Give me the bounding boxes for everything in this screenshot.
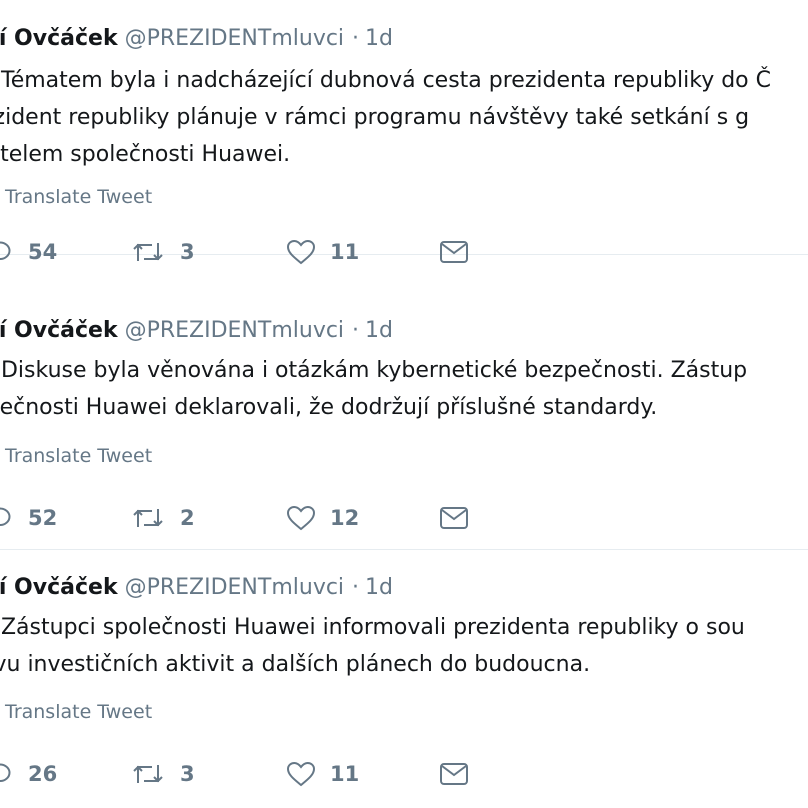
envelope-icon xyxy=(440,763,468,785)
tweet-header: ří Ovčáček @PREZIDENTmluvci · 1d xyxy=(0,25,393,53)
tweet-timestamp[interactable]: 1d xyxy=(365,26,393,51)
tweet-text-line: 3 Diskuse byla věnována i otázkám kybern… xyxy=(0,358,748,383)
like-count: 12 xyxy=(330,506,360,530)
heart-icon xyxy=(286,761,316,787)
retweet-button[interactable]: 2 xyxy=(130,498,195,538)
author-handle[interactable]: @PREZIDENTmluvci xyxy=(125,26,344,51)
reply-icon xyxy=(0,507,11,526)
tweet-actions: 54 3 11 xyxy=(0,232,808,272)
envelope-icon xyxy=(440,241,468,263)
tweet-text-line: avu investičních aktivit a dalších pláne… xyxy=(0,652,591,677)
like-count: 11 xyxy=(330,762,360,786)
retweet-button[interactable]: 3 xyxy=(130,754,195,794)
reply-count: 26 xyxy=(28,762,58,786)
author-handle[interactable]: @PREZIDENTmluvci xyxy=(125,318,344,343)
tweet-text: 3 Zástupci společnosti Huawei informoval… xyxy=(0,609,808,683)
like-button[interactable]: 11 xyxy=(286,232,359,272)
tweet-text: 3 Diskuse byla věnována i otázkám kybern… xyxy=(0,352,808,426)
like-button[interactable]: 11 xyxy=(286,754,359,794)
translate-tweet-link[interactable]: Translate Tweet xyxy=(5,701,152,723)
tweet-text-line: 3 Tématem byla i nadcházející dubnová ce… xyxy=(0,68,771,93)
message-button[interactable] xyxy=(439,498,469,538)
tweet-text-line: 3 Zástupci společnosti Huawei informoval… xyxy=(0,615,745,640)
tweet-timestamp[interactable]: 1d xyxy=(365,575,393,600)
like-button[interactable]: 12 xyxy=(286,498,359,538)
message-button[interactable] xyxy=(439,754,469,794)
reply-button[interactable]: 26 xyxy=(0,754,57,794)
retweet-count: 3 xyxy=(180,762,195,786)
tweet-header: ří Ovčáček @PREZIDENTmluvci · 1d xyxy=(0,317,393,345)
heart-icon xyxy=(286,239,316,265)
tweet-timestamp[interactable]: 1d xyxy=(365,318,393,343)
reply-icon xyxy=(0,763,11,782)
tweet[interactable]: ří Ovčáček @PREZIDENTmluvci · 1d 3 Tématem… xyxy=(0,0,808,265)
retweet-count: 3 xyxy=(180,240,195,264)
tweet-actions: 52 2 12 xyxy=(0,498,808,538)
author-name[interactable]: ří Ovčáček xyxy=(0,575,118,600)
reply-icon xyxy=(0,241,11,260)
translate-tweet-link[interactable]: Translate Tweet xyxy=(5,186,152,208)
reply-count: 52 xyxy=(28,506,58,530)
retweet-icon xyxy=(133,243,163,261)
reply-button[interactable]: 52 xyxy=(0,498,57,538)
tweet-header: ří Ovčáček @PREZIDENTmluvci · 1d xyxy=(0,574,393,602)
tweet[interactable]: ří Ovčáček @PREZIDENTmluvci · 1d 3 Diskuse… xyxy=(0,295,808,550)
tweet-text: 3 Tématem byla i nadcházející dubnová ce… xyxy=(0,62,808,173)
retweet-button[interactable]: 3 xyxy=(130,232,195,272)
separator-dot: · xyxy=(352,26,360,51)
retweet-count: 2 xyxy=(180,506,195,530)
heart-icon xyxy=(286,505,316,531)
author-name[interactable]: ří Ovčáček xyxy=(0,318,118,343)
reply-button[interactable]: 54 xyxy=(0,232,57,272)
message-button[interactable] xyxy=(439,232,469,272)
tweet-actions: 26 3 11 xyxy=(0,754,808,794)
tweet-text-line: ditelem společnosti Huawei. xyxy=(0,142,291,167)
separator-dot: · xyxy=(352,575,360,600)
reply-count: 54 xyxy=(28,240,58,264)
author-name[interactable]: ří Ovčáček xyxy=(0,26,118,51)
author-handle[interactable]: @PREZIDENTmluvci xyxy=(125,575,344,600)
retweet-icon xyxy=(133,765,163,783)
translate-tweet-link[interactable]: Translate Tweet xyxy=(5,445,152,467)
envelope-icon xyxy=(440,507,468,529)
tweet-text-line: olečnosti Huawei deklarovali, že dodržuj… xyxy=(0,395,658,420)
like-count: 11 xyxy=(330,240,360,264)
tweet[interactable]: ří Ovčáček @PREZIDENTmluvci · 1d 3 Zástupc… xyxy=(0,552,808,807)
retweet-icon xyxy=(133,509,163,527)
tweet-text-line: ezident republiky plánuje v rámci progra… xyxy=(0,105,750,130)
separator-dot: · xyxy=(352,318,360,343)
